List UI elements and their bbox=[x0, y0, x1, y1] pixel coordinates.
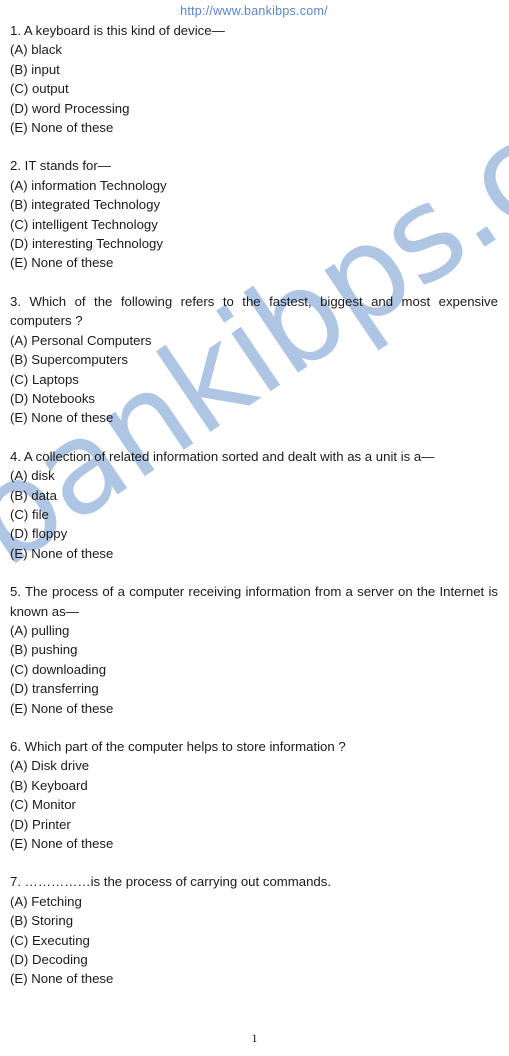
option-item[interactable]: (E) None of these bbox=[10, 969, 498, 988]
question-stem: 6. Which part of the computer helps to s… bbox=[10, 739, 346, 754]
option-item[interactable]: (A) information Technology bbox=[10, 176, 498, 195]
option-item[interactable]: (C) intelligent Technology bbox=[10, 215, 498, 234]
option-item[interactable]: (A) pulling bbox=[10, 621, 498, 640]
option-item[interactable]: (A) Disk drive bbox=[10, 756, 498, 775]
option-item[interactable]: (E) None of these bbox=[10, 118, 498, 137]
question-block: 1. A keyboard is this kind of device— (A)… bbox=[10, 21, 498, 137]
question-block: 6. Which part of the computer helps to s… bbox=[10, 737, 498, 853]
question-block: 2. IT stands for— (A) information Technol… bbox=[10, 156, 498, 272]
question-block: 4. A collection of related information s… bbox=[10, 447, 498, 563]
option-list: (A) black (B) input (C) output (D) word Pro… bbox=[10, 40, 498, 137]
option-item[interactable]: (E) None of these bbox=[10, 253, 498, 272]
option-list: (A) disk (B) data (C) file (D) floppy (E) No… bbox=[10, 466, 498, 563]
option-list: (A) Disk drive (B) Keyboard (C) Monitor (D)… bbox=[10, 756, 498, 853]
option-item[interactable]: (B) Keyboard bbox=[10, 776, 498, 795]
question-stem: 3. Which of the following refers to the … bbox=[10, 293, 498, 329]
option-list: (A) Personal Computers (B) Supercomputers… bbox=[10, 331, 498, 428]
question-stem: 1. A keyboard is this kind of device— bbox=[10, 23, 225, 38]
question-list: 1. A keyboard is this kind of device— (A)… bbox=[10, 21, 498, 989]
option-item[interactable]: (C) file bbox=[10, 505, 498, 524]
question-stem: 5. The process of a computer receiving i… bbox=[10, 584, 498, 619]
question-stem: 7. ……………is the process of carrying out c… bbox=[10, 874, 332, 890]
option-item[interactable]: (A) disk bbox=[10, 466, 498, 485]
option-item[interactable]: (E) None of these bbox=[10, 834, 498, 853]
option-item[interactable]: (C) Monitor bbox=[10, 795, 498, 814]
option-item[interactable]: (A) Fetching bbox=[10, 892, 498, 911]
option-item[interactable]: (D) transferring bbox=[10, 679, 498, 698]
option-item[interactable]: (B) data bbox=[10, 486, 498, 505]
question-block: 7. ……………is the process of carrying out c… bbox=[10, 872, 498, 988]
option-item[interactable]: (D) Printer bbox=[10, 815, 498, 834]
document-page: http://www.bankibps.com/ 1. A keyboard i… bbox=[0, 0, 509, 1056]
option-item[interactable]: (D) interesting Technology bbox=[10, 234, 498, 253]
option-item[interactable]: (E) None of these bbox=[10, 699, 498, 718]
option-item[interactable]: (A) Personal Computers bbox=[10, 331, 498, 350]
question-stem: 2. IT stands for— bbox=[10, 158, 111, 174]
page-number-footer: 1 bbox=[251, 1031, 258, 1045]
question-block: 3. Which of the following refers to the … bbox=[10, 292, 498, 428]
option-item[interactable]: (D) floppy bbox=[10, 524, 498, 543]
option-item[interactable]: (B) integrated Technology bbox=[10, 195, 498, 214]
site-url-header: http://www.bankibps.com/ bbox=[180, 4, 328, 18]
option-item[interactable]: (C) output bbox=[10, 79, 498, 98]
question-block: 5. The process of a computer receiving i… bbox=[10, 582, 498, 718]
option-item[interactable]: (D) word Processing bbox=[10, 99, 498, 118]
option-list: (A) information Technology (B) integrated… bbox=[10, 176, 498, 273]
option-item[interactable]: (D) Notebooks bbox=[10, 389, 498, 408]
option-item[interactable]: (B) Storing bbox=[10, 911, 498, 930]
option-item[interactable]: (B) pushing bbox=[10, 640, 498, 659]
option-item[interactable]: (E) None of these bbox=[10, 544, 498, 563]
option-item[interactable]: (C) Laptops bbox=[10, 370, 498, 389]
option-item[interactable]: (D) Decoding bbox=[10, 950, 498, 969]
option-item[interactable]: (C) Executing bbox=[10, 931, 498, 950]
option-item[interactable]: (A) black bbox=[10, 40, 498, 59]
option-item[interactable]: (C) downloading bbox=[10, 660, 498, 679]
option-item[interactable]: (B) Supercomputers bbox=[10, 350, 498, 369]
question-stem: 4. A collection of related information s… bbox=[10, 448, 435, 464]
option-list: (A) Fetching (B) Storing (C) Executing (D) … bbox=[10, 892, 498, 989]
option-item[interactable]: (E) None of these bbox=[10, 408, 498, 427]
option-list: (A) pulling (B) pushing (C) downloading (D)… bbox=[10, 621, 498, 718]
option-item[interactable]: (B) input bbox=[10, 60, 498, 79]
